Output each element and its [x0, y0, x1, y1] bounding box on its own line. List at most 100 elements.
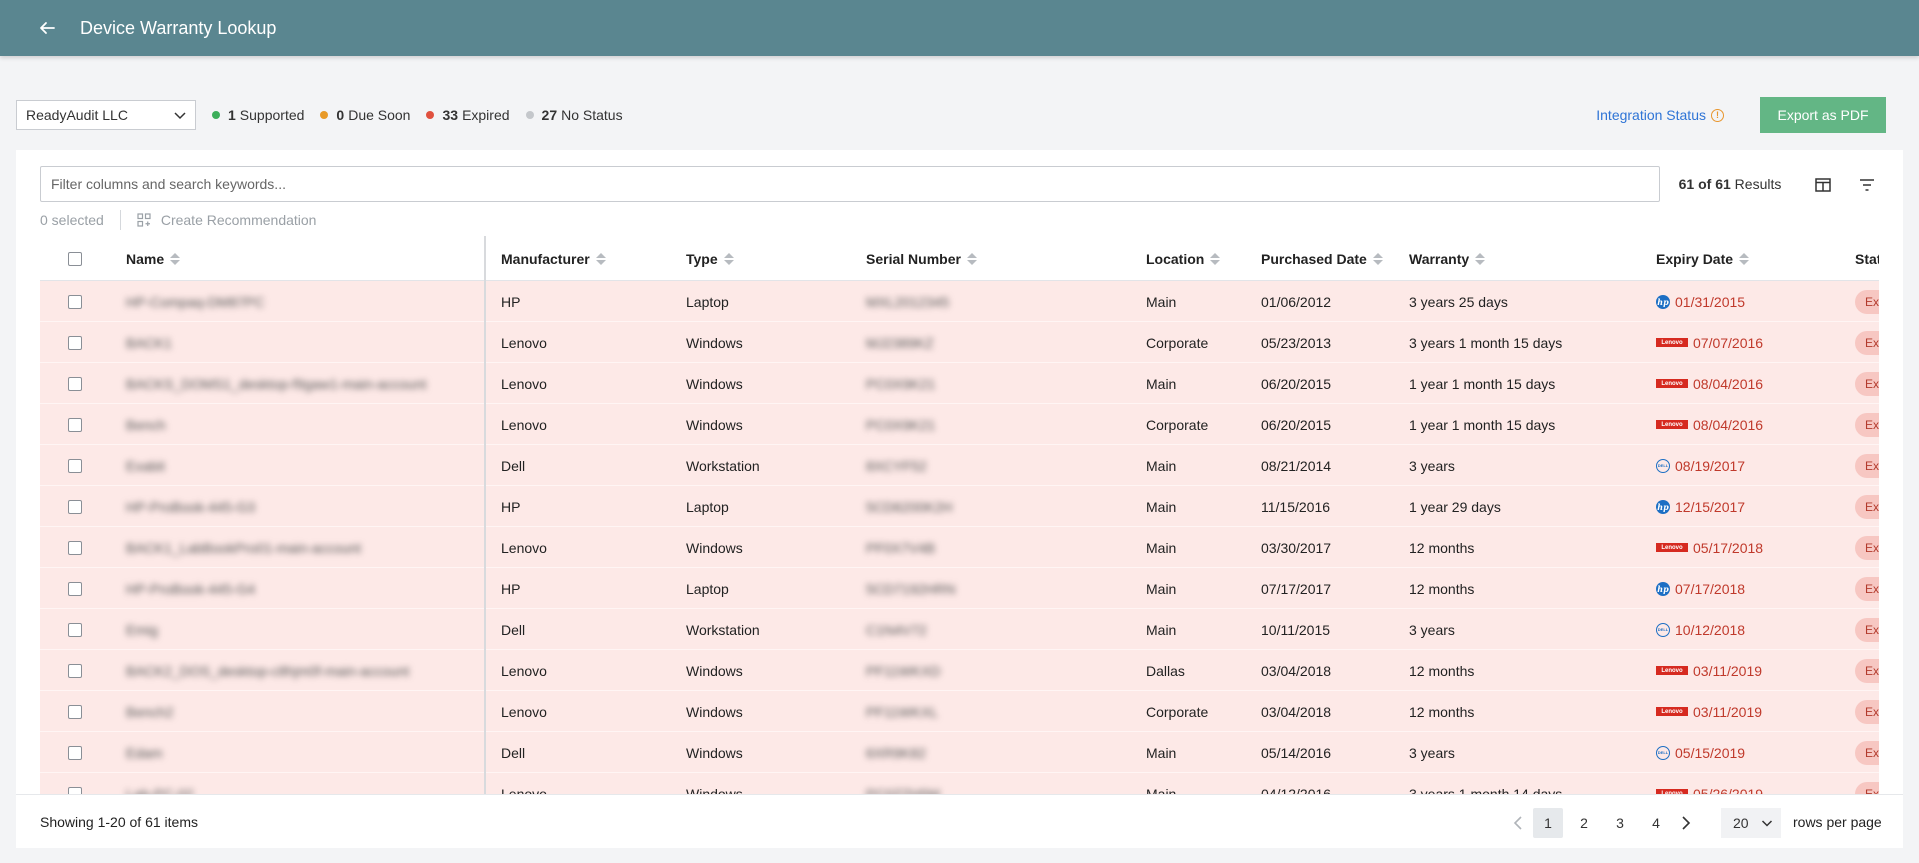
cell-status: Exp — [1855, 404, 1879, 445]
row-checkbox[interactable] — [68, 745, 82, 760]
row-checkbox[interactable] — [68, 417, 82, 432]
column-header-expiry-date[interactable]: Expiry Date — [1656, 236, 1750, 281]
page-button-2[interactable]: 2 — [1569, 808, 1599, 838]
filter-button[interactable] — [1856, 174, 1878, 196]
row-checkbox-cell — [68, 691, 82, 732]
column-header-label: Name — [126, 250, 165, 267]
cell-type: Windows — [686, 662, 743, 679]
cell-type: Workstation — [686, 621, 760, 638]
column-header-status[interactable]: Stat — [1855, 236, 1879, 281]
table-row[interactable]: Bench Lenovo Windows PC0X9K21 Corporate 06/20… — [40, 404, 1879, 445]
page-button-1[interactable]: 1 — [1533, 808, 1563, 838]
stat-count: 0 — [336, 107, 345, 123]
column-header-label: Manufacturer — [501, 250, 590, 267]
integration-status-link[interactable]: Integration Status ! — [1596, 107, 1724, 123]
prev-page-button[interactable] — [1506, 808, 1530, 838]
column-header-type[interactable]: Type — [686, 236, 734, 281]
table-row[interactable]: Emig Dell Workstation C1N4V72 Main 10/11/2015… — [40, 609, 1879, 650]
expiry-date: 10/12/2018 — [1675, 621, 1746, 638]
row-checkbox-cell — [68, 486, 82, 527]
cell-manufacturer: Dell — [501, 621, 526, 638]
select-all-checkbox[interactable] — [68, 251, 82, 266]
cell-manufacturer: Lenovo — [501, 703, 547, 720]
column-header-serial-number[interactable]: Serial Number — [866, 236, 977, 281]
columns-toggle-button[interactable] — [1812, 174, 1834, 196]
cell-warranty: 3 years — [1409, 621, 1455, 638]
row-checkbox[interactable] — [68, 458, 82, 473]
cell-type: Windows — [686, 375, 743, 392]
row-checkbox-cell — [68, 445, 82, 486]
expiry-date: 03/11/2019 — [1693, 703, 1763, 720]
column-header-warranty[interactable]: Warranty — [1409, 236, 1486, 281]
column-header-label: Serial Number — [866, 250, 961, 267]
row-checkbox[interactable] — [68, 376, 82, 391]
row-checkbox[interactable] — [68, 581, 82, 596]
row-checkbox[interactable] — [68, 622, 82, 637]
status-dot-gray — [525, 111, 534, 119]
frozen-column-divider[interactable] — [484, 236, 486, 794]
column-header-location[interactable]: Location — [1146, 236, 1221, 281]
rows-per-page-select[interactable]: 20 — [1721, 808, 1781, 838]
table-row[interactable]: Bench2 Lenovo Windows PF11WKXL Corporate 03/0… — [40, 691, 1879, 732]
stat-expired: 33 Expired — [426, 107, 510, 123]
sort-icon — [723, 252, 734, 265]
row-checkbox[interactable] — [68, 294, 82, 309]
cell-manufacturer: Lenovo — [501, 375, 547, 392]
sort-icon — [1210, 252, 1221, 265]
cell-name: Exabit — [126, 457, 165, 474]
back-button[interactable] — [24, 0, 70, 56]
row-checkbox[interactable] — [68, 499, 82, 514]
cell-purchased: 06/20/2015 — [1261, 375, 1332, 392]
select-all-cell — [68, 236, 82, 281]
cell-location: Corporate — [1146, 416, 1209, 433]
info-icon: ! — [1711, 108, 1724, 122]
sort-icon — [1475, 252, 1486, 265]
expiry-date: 03/11/2019 — [1693, 662, 1763, 679]
expiry-date: 07/17/2018 — [1675, 580, 1746, 597]
cell-serial: MXL2012345 — [866, 293, 950, 310]
page-button-3[interactable]: 3 — [1605, 808, 1635, 838]
integration-status-label: Integration Status — [1596, 107, 1706, 123]
table-row[interactable]: HP-ProBook-445-G3 HP Laptop 5CD6200K2H Main 1… — [40, 486, 1879, 527]
search-input[interactable] — [40, 166, 1660, 202]
table-row[interactable]: BACK2_DOS_desktop-c8hjm0f-main-account Le… — [40, 650, 1879, 691]
row-checkbox[interactable] — [68, 540, 82, 555]
results-count-value: 61 of 61 — [1678, 176, 1731, 192]
cell-expiry: Lenovo 03/11/2019 — [1656, 650, 1762, 691]
table-row[interactable]: Lab-PC-02 Lenovo Windows PC0ZZH5M Main 04/12/… — [40, 773, 1879, 794]
column-header-manufacturer[interactable]: Manufacturer — [501, 236, 606, 281]
cell-type: Windows — [686, 744, 743, 761]
status-badge: Exp — [1855, 289, 1879, 314]
row-checkbox[interactable] — [68, 704, 82, 719]
row-checkbox[interactable] — [68, 335, 82, 350]
column-header-purchased-date[interactable]: Purchased Date — [1261, 236, 1383, 281]
cell-location: Corporate — [1146, 334, 1209, 351]
table-row[interactable]: Edam Dell Windows 6XR9K82 Main 05/14/2016 3 ye… — [40, 732, 1879, 773]
sort-icon — [170, 252, 181, 265]
stat-label: No Status — [561, 107, 623, 123]
page-button-4[interactable]: 4 — [1641, 808, 1671, 838]
table-row[interactable]: HP-Compaq-DM87PC HP Laptop MXL2012345 Main 01… — [40, 281, 1879, 322]
cell-expiry: Lenovo 08/04/2016 — [1656, 363, 1763, 404]
expiry-date: 12/15/2017 — [1675, 498, 1746, 515]
row-checkbox[interactable] — [68, 663, 82, 678]
cell-purchased: 05/14/2016 — [1261, 744, 1332, 761]
export-pdf-button[interactable]: Export as PDF — [1760, 97, 1886, 133]
cell-location: Main — [1146, 457, 1177, 474]
row-checkbox-cell — [68, 773, 82, 794]
create-recommendation-button[interactable]: Create Recommendation — [137, 212, 316, 228]
table-row[interactable]: BACK1 Lenovo Windows MJ2389KZ Corporate 05/23… — [40, 322, 1879, 363]
cell-location: Corporate — [1146, 703, 1209, 720]
cell-warranty: 1 year 1 month 15 days — [1409, 375, 1556, 392]
row-checkbox[interactable] — [68, 786, 82, 794]
table-row[interactable]: Exabit Dell Workstation 8XCYF52 Main 08/21/20… — [40, 445, 1879, 486]
sort-icon — [1739, 252, 1750, 265]
cell-type: Windows — [686, 416, 743, 433]
row-checkbox-cell — [68, 609, 82, 650]
next-page-button[interactable] — [1674, 808, 1698, 838]
table-row[interactable]: HP-ProBook-445-G4 HP Laptop 5CD7192HRN Main 0… — [40, 568, 1879, 609]
column-header-name[interactable]: Name — [126, 236, 181, 281]
table-row[interactable]: BACK1_LabBookPro01-main-account Lenovo Win… — [40, 527, 1879, 568]
organization-select[interactable]: ReadyAudit LLC — [16, 100, 196, 130]
table-row[interactable]: BACKS_DOMS1_desktop-f9gaw1-main-account L… — [40, 363, 1879, 404]
